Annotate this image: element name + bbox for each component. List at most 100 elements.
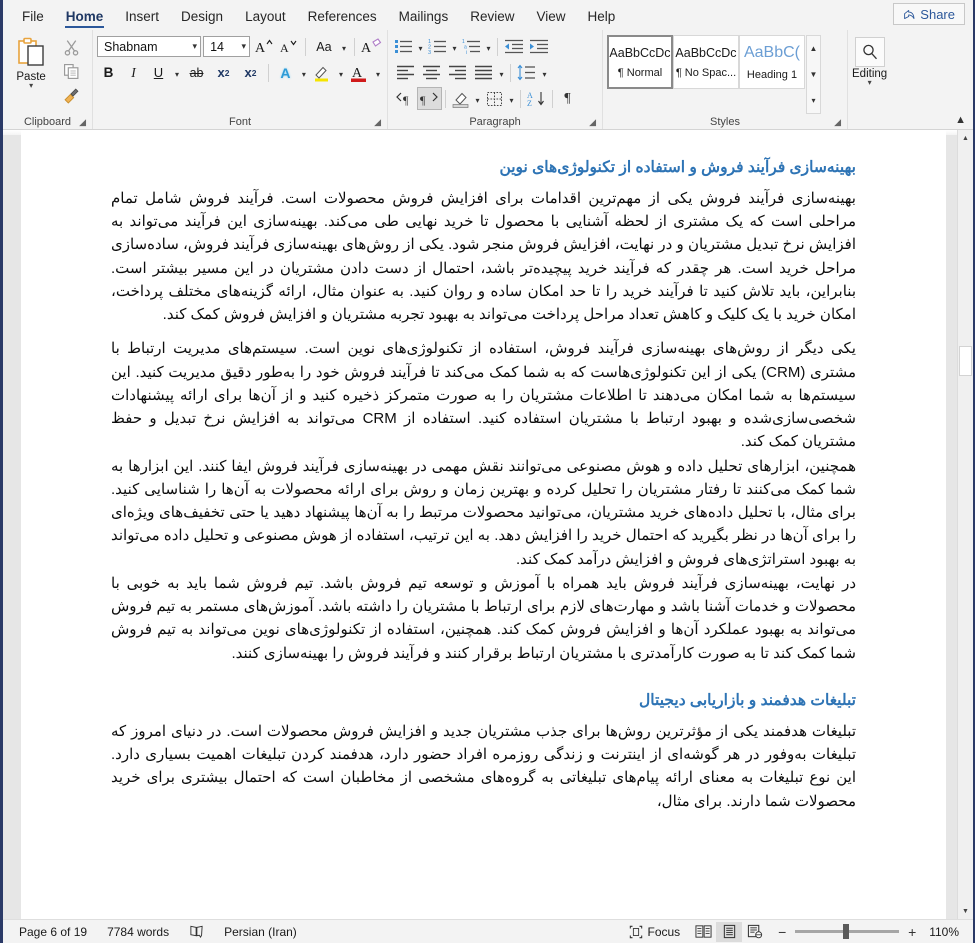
show-formatting-marks-button[interactable]: ¶ [556,87,579,110]
scroll-down-icon[interactable]: ▼ [807,62,820,88]
cut-button[interactable] [61,37,83,57]
share-button[interactable]: Share [893,3,965,25]
tab-mailings[interactable]: Mailings [388,6,460,30]
clipboard-group-label-text: Clipboard [23,115,72,128]
proofing-status[interactable] [179,924,214,939]
svg-text:Z: Z [527,99,532,107]
ribbon: Paste ▾ Clipboard ◢ Shabnam ▾ 14 ▾ A A A… [3,30,973,130]
more-styles-icon[interactable]: ▾ [807,87,820,113]
shading-button[interactable] [449,87,472,110]
format-painter-button[interactable] [61,86,83,106]
focus-label: Focus [647,924,681,939]
collapse-ribbon-button[interactable]: ▲ [955,114,966,126]
text-highlight-button[interactable] [311,61,334,84]
chevron-down-icon[interactable]: ▾ [868,79,872,87]
shrink-font-button[interactable]: A [277,35,300,58]
borders-chevron-down-icon[interactable]: ▾ [506,87,517,110]
style-normal[interactable]: AaBbCcDc ¶ Normal [607,35,673,89]
document-paragraph-2: یکی دیگر از روش‌های بهینه‌سازی فرآیند فر… [111,340,857,451]
scroll-up-icon[interactable]: ▲ [807,36,820,62]
web-layout-button[interactable] [742,922,768,942]
underline-chevron-down-icon[interactable]: ▾ [172,61,182,84]
language-status[interactable]: Persian (Iran) [214,925,307,939]
grow-font-button[interactable]: A [252,35,275,58]
focus-mode-button[interactable]: Focus [619,925,691,939]
justify-chevron-down-icon[interactable]: ▾ [496,61,507,84]
zoom-slider-thumb[interactable] [843,924,850,939]
editing-button[interactable]: Editing ▾ [852,33,887,114]
tab-file[interactable]: File [11,6,55,30]
change-case-chevron-down-icon[interactable]: ▾ [339,35,349,58]
superscript-button[interactable]: x2 [238,61,263,84]
bullets-chevron-down-icon[interactable]: ▾ [415,35,426,58]
font-name-combo[interactable]: Shabnam ▾ [97,36,202,57]
borders-button[interactable] [483,87,506,110]
scrollbar-track[interactable] [958,146,973,903]
clear-formatting-button[interactable]: A [360,35,383,58]
paste-button[interactable]: Paste ▾ [7,33,55,114]
decrease-indent-button[interactable] [501,35,526,58]
tab-view[interactable]: View [525,6,576,30]
multilevel-chevron-down-icon[interactable]: ▾ [483,35,494,58]
copy-button[interactable] [61,61,83,81]
numbering-button[interactable]: 1 2 3 [426,35,449,58]
highlight-chevron-down-icon[interactable]: ▾ [336,61,346,84]
zoom-in-button[interactable]: + [906,924,918,940]
divider [354,37,355,56]
tab-layout[interactable]: Layout [234,6,297,30]
sort-button[interactable]: A Z [524,87,549,110]
tab-review[interactable]: Review [459,6,525,30]
strikethrough-button[interactable]: ab [184,61,209,84]
justify-button[interactable] [470,61,496,84]
font-color-chevron-down-icon[interactable]: ▾ [373,61,383,84]
text-effects-button[interactable]: A [274,61,297,84]
left-to-right-button[interactable]: ¶ [392,87,417,110]
ribbon-group-editing: Editing ▾ [848,30,908,129]
chevron-down-icon[interactable]: ▾ [29,82,33,90]
scrollbar-thumb[interactable] [959,346,972,376]
multilevel-list-button[interactable]: 1 a i [460,35,483,58]
line-spacing-chevron-down-icon[interactable]: ▾ [539,61,550,84]
underline-button[interactable]: U [147,61,170,84]
styles-dialog-launcher[interactable]: ◢ [834,117,841,128]
page-number-status[interactable]: Page 6 of 19 [9,925,97,939]
ribbon-tab-strip: File Home Insert Design Layout Reference… [3,0,973,30]
zoom-slider-track[interactable] [795,924,900,939]
align-right-button[interactable] [444,61,470,84]
font-dialog-launcher[interactable]: ◢ [374,117,381,128]
clipboard-dialog-launcher[interactable]: ◢ [79,117,86,128]
change-case-button[interactable]: Aa [311,35,337,58]
style-heading-1[interactable]: AaBbC( Heading 1 [739,35,805,89]
shading-chevron-down-icon[interactable]: ▾ [472,87,483,110]
text-effects-chevron-down-icon[interactable]: ▾ [299,61,309,84]
vertical-scrollbar[interactable]: ▲ ▼ [957,130,973,919]
tab-references[interactable]: References [297,6,388,30]
paste-icon [14,36,48,70]
line-spacing-button[interactable] [514,61,539,84]
scroll-up-icon[interactable]: ▲ [958,130,973,146]
document-page[interactable]: بهینه‌سازی فرآیند فروش و استفاده از تکنو… [21,130,946,919]
word-count-status[interactable]: 7784 words [97,925,179,939]
paragraph-dialog-launcher[interactable]: ◢ [589,117,596,128]
align-center-button[interactable] [418,61,444,84]
tab-help[interactable]: Help [577,6,627,30]
increase-indent-button[interactable] [526,35,551,58]
font-size-combo[interactable]: 14 ▾ [203,36,251,57]
align-left-button[interactable] [392,61,418,84]
zoom-level-label[interactable]: 110% [925,925,959,939]
bold-button[interactable]: B [97,61,120,84]
print-layout-button[interactable] [716,921,743,942]
font-color-button[interactable]: A [348,61,371,84]
zoom-out-button[interactable]: − [776,924,788,940]
numbering-chevron-down-icon[interactable]: ▾ [449,35,460,58]
bullets-button[interactable] [392,35,415,58]
tab-design[interactable]: Design [170,6,234,30]
read-mode-button[interactable] [690,922,716,942]
tab-insert[interactable]: Insert [114,6,170,30]
right-to-left-button[interactable]: ¶ [417,87,442,110]
style-no-spacing[interactable]: AaBbCcDc ¶ No Spac... [673,35,739,89]
subscript-button[interactable]: x2 [211,61,236,84]
italic-button[interactable]: I [122,61,145,84]
scroll-down-icon[interactable]: ▼ [958,903,973,919]
tab-home[interactable]: Home [55,6,115,30]
